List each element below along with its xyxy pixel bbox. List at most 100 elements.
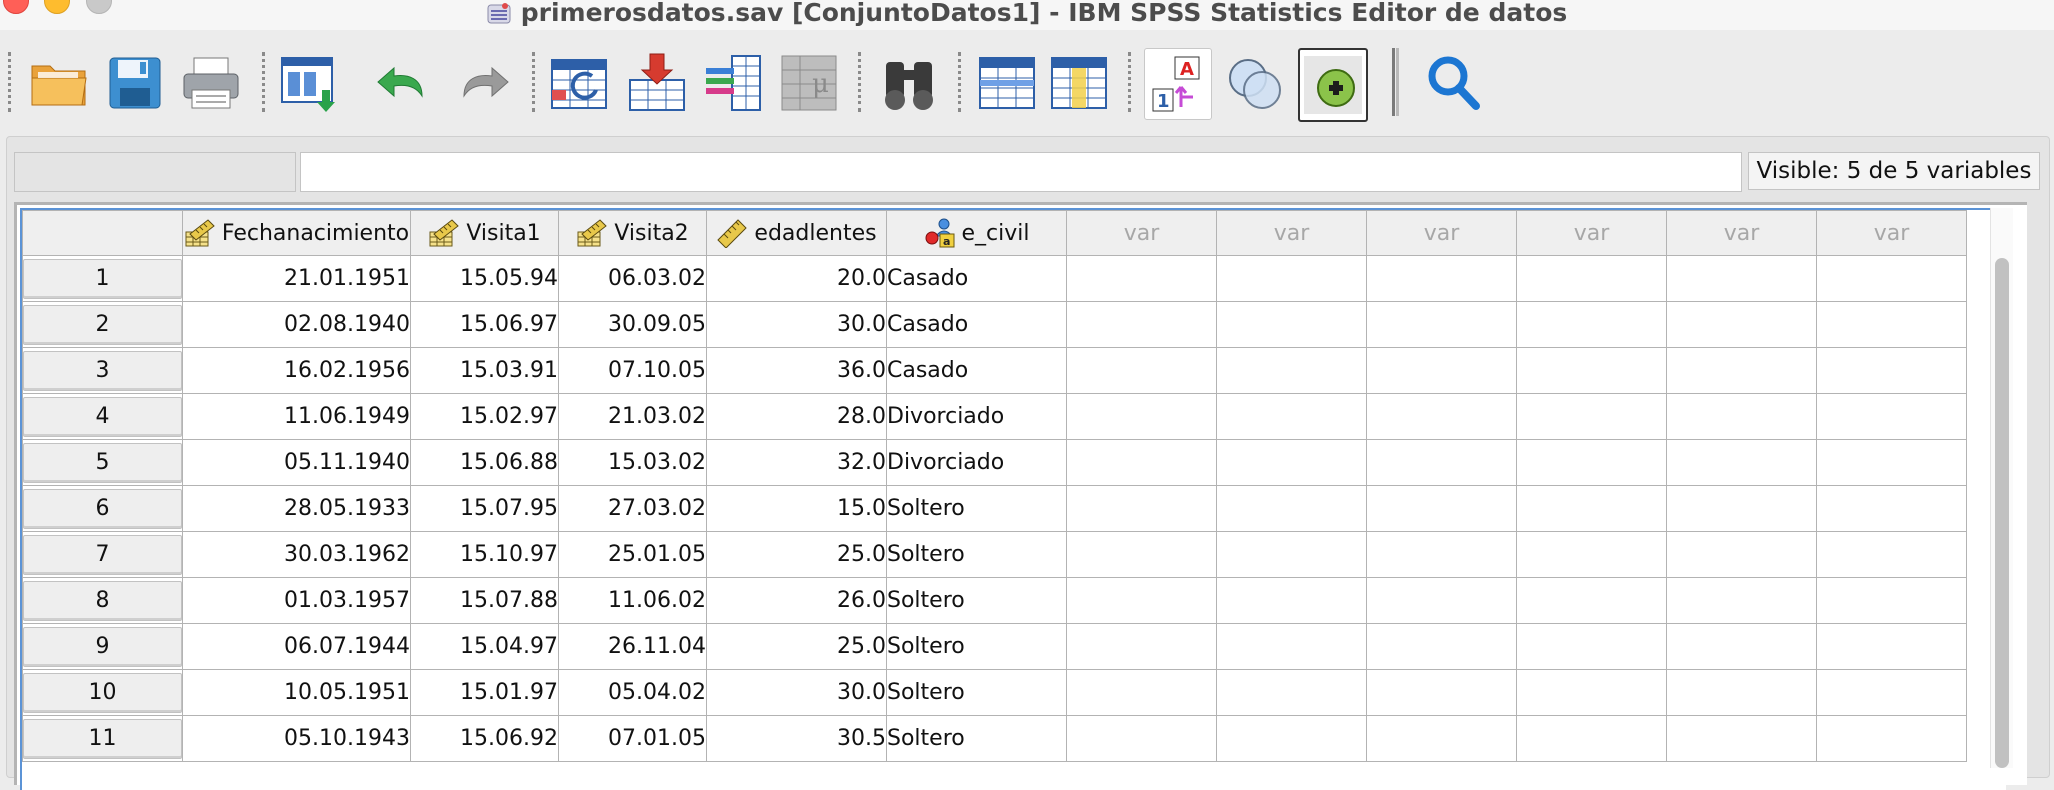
table-cell[interactable]: 02.08.1940 — [182, 301, 411, 348]
empty-cell[interactable] — [1366, 715, 1517, 762]
empty-cell[interactable] — [1216, 669, 1367, 716]
empty-cell[interactable] — [1816, 669, 1967, 716]
table-cell[interactable]: Soltero — [886, 577, 1067, 624]
empty-cell[interactable] — [1816, 393, 1967, 440]
empty-cell[interactable] — [1366, 485, 1517, 532]
empty-cell[interactable] — [1816, 347, 1967, 394]
empty-cell[interactable] — [1666, 301, 1817, 348]
empty-cell[interactable] — [1216, 255, 1367, 302]
empty-cell[interactable] — [1516, 623, 1667, 670]
find-button[interactable] — [876, 48, 942, 118]
table-cell[interactable]: 07.01.05 — [558, 715, 707, 762]
table-cell[interactable]: 06.03.02 — [558, 255, 707, 302]
empty-cell[interactable] — [1066, 439, 1217, 486]
empty-cell[interactable] — [1366, 255, 1517, 302]
insert-cases-button[interactable] — [974, 48, 1040, 118]
table-cell[interactable]: 15.01.97 — [410, 669, 559, 716]
row-header[interactable]: 9 — [22, 623, 183, 670]
table-cell[interactable]: 06.07.1944 — [182, 623, 411, 670]
empty-cell[interactable] — [1366, 577, 1517, 624]
table-cell[interactable]: Divorciado — [886, 393, 1067, 440]
empty-column-header[interactable]: var — [1066, 210, 1217, 256]
table-cell[interactable]: 15.10.97 — [410, 531, 559, 578]
empty-cell[interactable] — [1066, 715, 1217, 762]
table-cell[interactable]: 15.05.94 — [410, 255, 559, 302]
empty-cell[interactable] — [1366, 301, 1517, 348]
empty-column-header[interactable]: var — [1366, 210, 1517, 256]
grid-corner[interactable] — [22, 210, 183, 256]
empty-cell[interactable] — [1516, 485, 1667, 532]
vertical-scrollbar-thumb[interactable] — [1995, 258, 2009, 768]
empty-cell[interactable] — [1516, 531, 1667, 578]
empty-cell[interactable] — [1516, 393, 1667, 440]
row-number[interactable]: 9 — [23, 626, 182, 667]
empty-cell[interactable] — [1516, 301, 1667, 348]
empty-cell[interactable] — [1666, 531, 1817, 578]
weight-cases-button[interactable] — [1222, 48, 1288, 118]
empty-cell[interactable] — [1666, 393, 1817, 440]
table-cell[interactable]: 21.03.02 — [558, 393, 707, 440]
empty-cell[interactable] — [1666, 439, 1817, 486]
table-cell[interactable]: Casado — [886, 347, 1067, 394]
empty-cell[interactable] — [1816, 715, 1967, 762]
table-cell[interactable]: 07.10.05 — [558, 347, 707, 394]
table-cell[interactable]: Divorciado — [886, 439, 1067, 486]
insert-variable-button[interactable] — [1046, 48, 1112, 118]
table-cell[interactable]: 25.0 — [706, 531, 887, 578]
table-cell[interactable]: 27.03.02 — [558, 485, 707, 532]
table-cell[interactable]: 15.06.88 — [410, 439, 559, 486]
empty-cell[interactable] — [1666, 715, 1817, 762]
row-header[interactable]: 7 — [22, 531, 183, 578]
table-cell[interactable]: 30.5 — [706, 715, 887, 762]
column-header-e-civil[interactable]: a e_civil — [886, 210, 1067, 256]
table-cell[interactable]: 01.03.1957 — [182, 577, 411, 624]
table-cell[interactable]: 15.06.97 — [410, 301, 559, 348]
table-cell[interactable]: Soltero — [886, 715, 1067, 762]
table-cell[interactable]: 30.03.1962 — [182, 531, 411, 578]
table-cell[interactable]: 30.09.05 — [558, 301, 707, 348]
empty-cell[interactable] — [1666, 623, 1817, 670]
empty-cell[interactable] — [1216, 531, 1367, 578]
empty-cell[interactable] — [1216, 623, 1367, 670]
empty-cell[interactable] — [1066, 669, 1217, 716]
table-cell[interactable]: 15.02.97 — [410, 393, 559, 440]
empty-cell[interactable] — [1816, 577, 1967, 624]
table-cell[interactable]: 15.03.91 — [410, 347, 559, 394]
table-cell[interactable]: 15.06.92 — [410, 715, 559, 762]
empty-cell[interactable] — [1516, 715, 1667, 762]
table-cell[interactable]: 30.0 — [706, 301, 887, 348]
empty-cell[interactable] — [1216, 485, 1367, 532]
table-cell[interactable]: 15.0 — [706, 485, 887, 532]
table-cell[interactable]: 15.07.88 — [410, 577, 559, 624]
table-cell[interactable]: 16.02.1956 — [182, 347, 411, 394]
empty-cell[interactable] — [1516, 669, 1667, 716]
goto-case-button[interactable] — [546, 48, 612, 118]
recall-dialog-button[interactable] — [276, 48, 342, 118]
table-cell[interactable]: 25.01.05 — [558, 531, 707, 578]
table-cell[interactable]: 11.06.1949 — [182, 393, 411, 440]
empty-column-header[interactable]: var — [1666, 210, 1817, 256]
row-number[interactable]: 7 — [23, 534, 182, 575]
empty-cell[interactable] — [1516, 255, 1667, 302]
empty-column-header[interactable]: var — [1516, 210, 1667, 256]
table-cell[interactable]: 15.03.02 — [558, 439, 707, 486]
empty-cell[interactable] — [1066, 531, 1217, 578]
search-button[interactable] — [1420, 48, 1486, 118]
table-cell[interactable]: 28.0 — [706, 393, 887, 440]
redo-button[interactable] — [450, 48, 516, 118]
row-header[interactable]: 3 — [22, 347, 183, 394]
empty-cell[interactable] — [1816, 623, 1967, 670]
empty-cell[interactable] — [1366, 439, 1517, 486]
empty-cell[interactable] — [1666, 577, 1817, 624]
save-button[interactable] — [102, 48, 168, 118]
split-file-button[interactable]: A 1 — [1144, 48, 1212, 120]
empty-cell[interactable] — [1066, 623, 1217, 670]
row-header[interactable]: 11 — [22, 715, 183, 762]
empty-cell[interactable] — [1366, 393, 1517, 440]
goto-variable-button[interactable] — [624, 48, 690, 118]
table-cell[interactable]: 15.07.95 — [410, 485, 559, 532]
table-cell[interactable]: 36.0 — [706, 347, 887, 394]
empty-cell[interactable] — [1516, 577, 1667, 624]
print-button[interactable] — [178, 48, 244, 118]
open-folder-button[interactable] — [26, 48, 92, 118]
